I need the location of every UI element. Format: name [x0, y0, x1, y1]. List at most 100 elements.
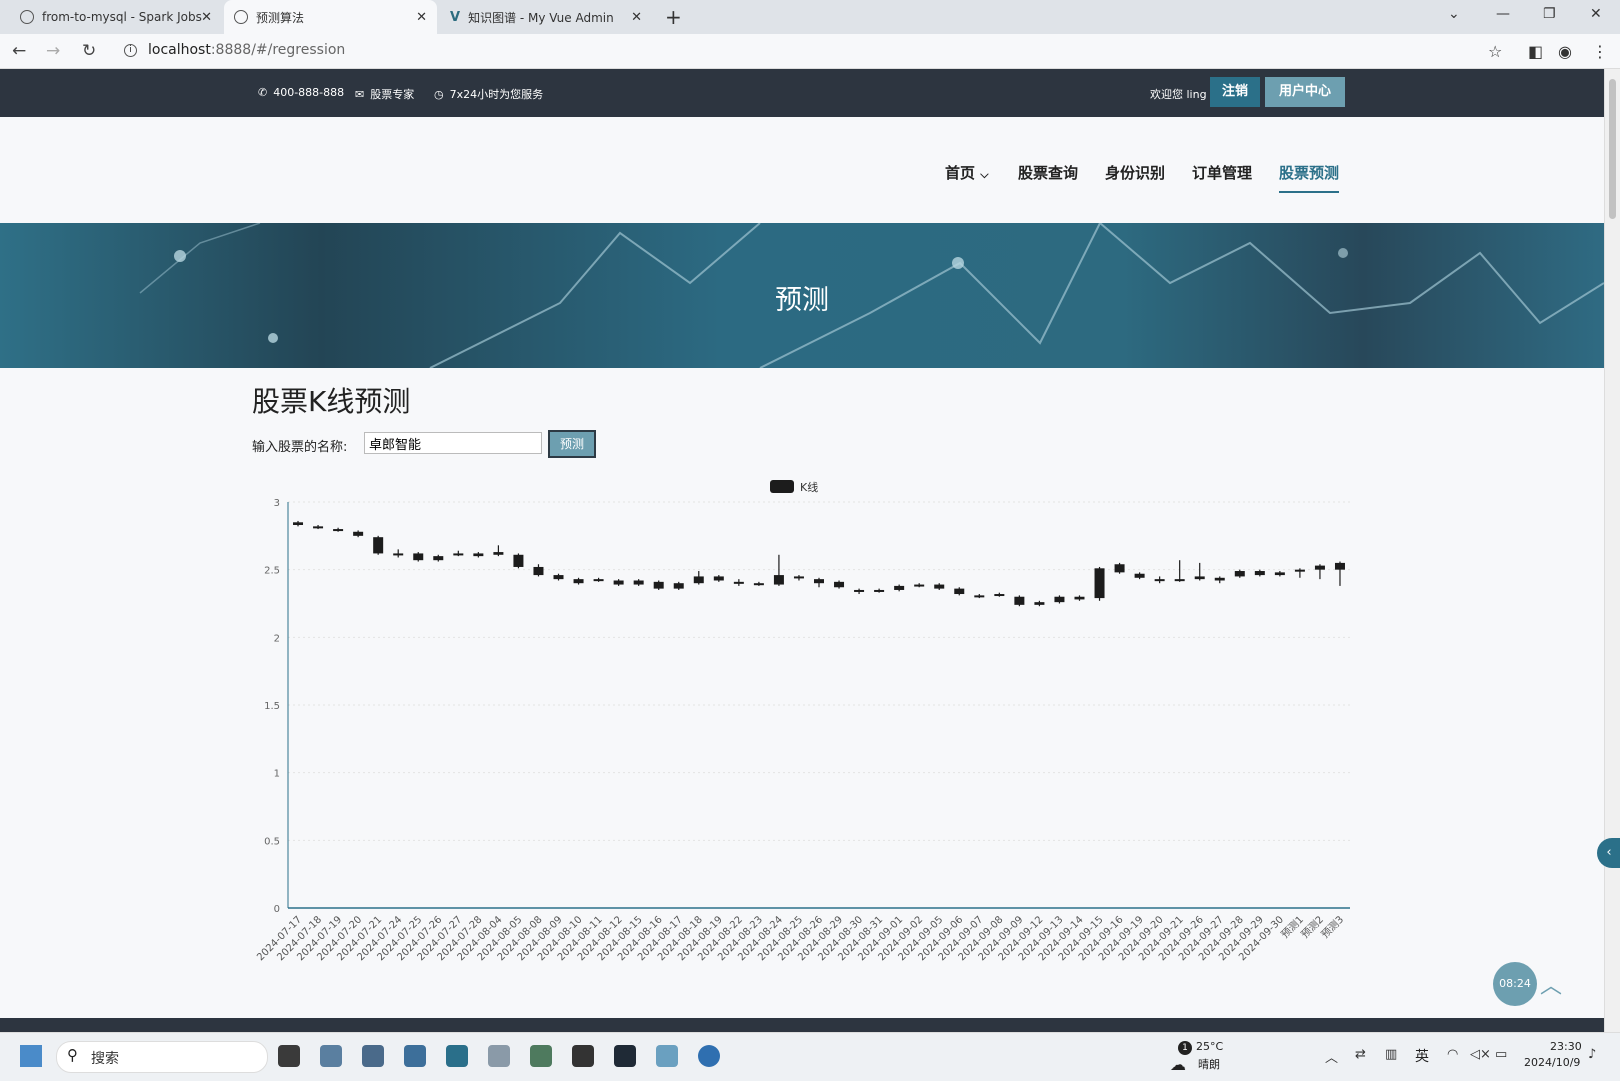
forward-icon[interactable]: → [46, 41, 60, 61]
clock-time[interactable]: 23:30 [1550, 1040, 1582, 1053]
side-drawer-toggle[interactable]: ‹ [1597, 838, 1620, 868]
side-panel-icon[interactable]: ◧ [1528, 42, 1543, 61]
reload-icon[interactable]: ↻ [82, 41, 96, 61]
chevron-up-icon[interactable]: ︿ [1325, 1047, 1338, 1066]
profile-icon[interactable]: ◉ [1558, 42, 1572, 61]
volume-muted-icon[interactable]: ◁× [1470, 1047, 1491, 1062]
phone-icon: ✆ [258, 86, 268, 99]
tab-search-icon[interactable]: ⌄ [1448, 6, 1460, 22]
app-icon[interactable] [446, 1045, 468, 1067]
clock-date[interactable]: 2024/10/9 [1524, 1056, 1580, 1069]
candle-body [293, 522, 304, 526]
app-icon[interactable] [404, 1045, 426, 1067]
timer-badge[interactable]: 08:24 [1493, 962, 1537, 1006]
page-title: 股票K线预测 [252, 385, 411, 418]
browser-tab-active[interactable]: 预测算法 ✕ [224, 0, 437, 34]
candle-body [433, 556, 444, 561]
browser-tab[interactable]: V 知识图谱 - My Vue Admin ✕ [440, 0, 652, 34]
browser-tab[interactable]: from-to-mysql - Spark Jobs ✕ [10, 0, 222, 34]
nav-identity[interactable]: 身份识别 [1105, 162, 1165, 183]
candle-body [1194, 576, 1205, 580]
nav-stock-predict[interactable]: 股票预测 [1279, 162, 1340, 193]
candle-body [753, 583, 764, 586]
start-icon[interactable] [20, 1045, 42, 1067]
tab-title: from-to-mysql - Spark Jobs [42, 10, 202, 24]
legend-swatch [770, 480, 794, 493]
scroll-thumb[interactable] [1609, 79, 1616, 219]
candle-body [453, 553, 464, 556]
search-label: 搜索 [91, 1051, 119, 1067]
candle-body [1174, 579, 1185, 582]
candle-body [513, 554, 524, 567]
candle-body [814, 579, 824, 584]
candle-body [1074, 596, 1085, 600]
task-view-icon[interactable] [278, 1045, 300, 1067]
y-tick-label: 1 [274, 769, 280, 780]
logout-button[interactable]: 注销 [1210, 77, 1260, 107]
main-content: 股票K线预测 输入股票的名称: 预测 K线00.511.522.532024-0… [0, 368, 1604, 1018]
predict-button[interactable]: 预测 [548, 430, 596, 458]
terminal-icon[interactable] [614, 1045, 636, 1067]
candle-body [994, 594, 1005, 597]
network-transfer-icon[interactable]: ⇄ [1355, 1047, 1366, 1062]
y-tick-label: 0 [274, 904, 280, 915]
candle-body [493, 552, 504, 555]
candle-body [834, 581, 845, 588]
browser-icon[interactable] [698, 1045, 720, 1067]
nav-home[interactable]: 首页 ⌵ [945, 162, 989, 183]
restore-icon[interactable]: ❐ [1543, 6, 1556, 22]
app-tray-icon[interactable]: ▥ [1385, 1047, 1397, 1062]
footer-strip [0, 1018, 1604, 1032]
back-to-top-icon[interactable]: ︿ [1540, 968, 1562, 1000]
y-tick-label: 2.5 [264, 566, 280, 577]
close-window-icon[interactable]: ✕ [1590, 6, 1602, 22]
tab-title: 预测算法 [256, 10, 305, 25]
page-banner: 预测 [0, 223, 1604, 368]
file-explorer-icon[interactable] [320, 1045, 342, 1067]
back-icon[interactable]: ← [12, 41, 26, 61]
close-tab-icon[interactable]: ✕ [201, 10, 212, 25]
bookmark-star-icon[interactable]: ☆ [1488, 42, 1502, 61]
expert-text: 股票专家 [370, 88, 415, 101]
mail-icon: ✉ [355, 87, 365, 101]
battery-icon[interactable]: ▭ [1495, 1047, 1507, 1062]
candle-body [693, 576, 704, 584]
candle-body [553, 575, 564, 580]
close-tab-icon[interactable]: ✕ [631, 10, 642, 25]
menu-icon[interactable]: ⋮ [1592, 42, 1608, 61]
candle-body [393, 553, 404, 556]
candle-body [333, 529, 344, 532]
nav-stock-query[interactable]: 股票查询 [1018, 162, 1078, 183]
new-tab-icon[interactable]: + [665, 5, 682, 29]
candle-body [1094, 568, 1105, 599]
candle-body [653, 581, 664, 589]
notification-icon[interactable]: ♪ [1588, 1047, 1596, 1062]
page-scrollbar[interactable] [1604, 69, 1620, 1032]
user-center-button[interactable]: 用户中心 [1265, 77, 1345, 107]
app-icon[interactable] [488, 1045, 510, 1067]
wifi-icon[interactable]: ◠ [1447, 1047, 1458, 1062]
app-icon[interactable] [656, 1045, 678, 1067]
tab-title: 知识图谱 - My Vue Admin [468, 10, 614, 25]
app-icon[interactable] [362, 1045, 384, 1067]
candle-body [1334, 562, 1345, 570]
vue-logo-icon: V [450, 9, 461, 25]
candle-body [613, 580, 624, 585]
weather-icon[interactable]: ☁ [1170, 1055, 1186, 1074]
candle-body [413, 553, 424, 561]
app-icon[interactable] [572, 1045, 594, 1067]
minimize-icon[interactable]: — [1496, 6, 1510, 22]
candle-body [713, 576, 724, 581]
site-info-icon[interactable]: i [124, 44, 137, 57]
url-field[interactable]: localhost:8888/#/regression [148, 42, 345, 58]
candle-body [974, 595, 985, 598]
stock-name-input[interactable] [364, 432, 542, 454]
app-icon[interactable] [530, 1045, 552, 1067]
search-icon: ⚲ [67, 1046, 78, 1064]
taskbar-search[interactable]: ⚲ 搜索 [56, 1041, 268, 1073]
candle-body [1234, 571, 1245, 577]
nav-orders[interactable]: 订单管理 [1192, 162, 1252, 183]
close-tab-icon[interactable]: ✕ [416, 10, 427, 25]
ime-indicator[interactable]: 英 [1415, 1046, 1429, 1066]
welcome-text: 欢迎您 ling [1150, 88, 1207, 101]
